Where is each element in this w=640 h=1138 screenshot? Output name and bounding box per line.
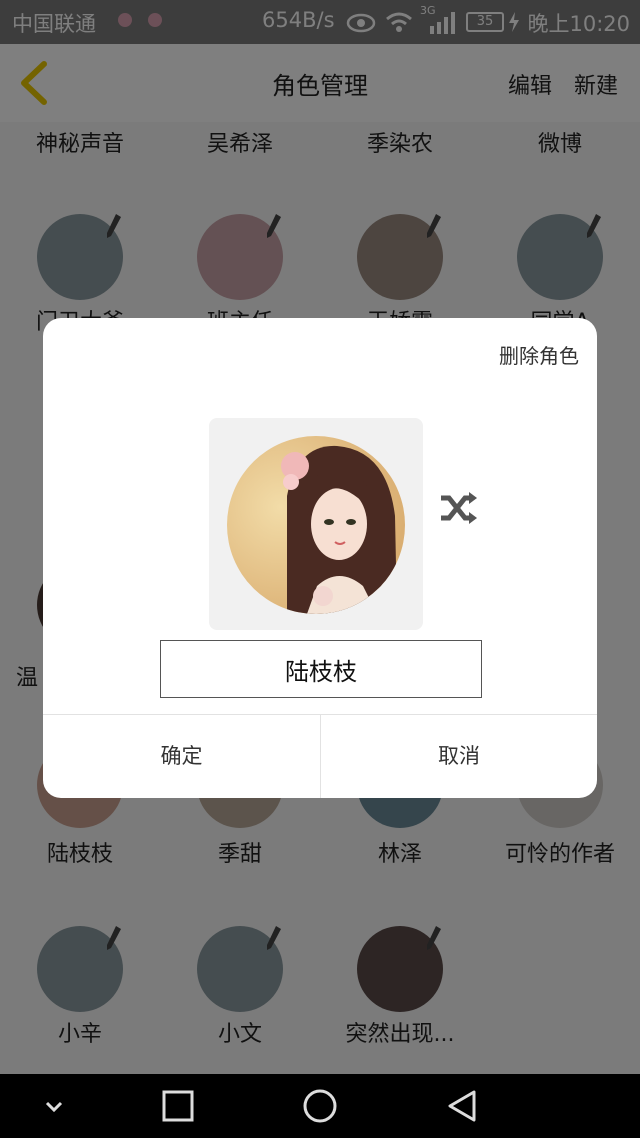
square-icon[interactable] (160, 1088, 196, 1124)
triangle-back-icon[interactable] (444, 1088, 480, 1124)
avatar-picker[interactable] (209, 418, 423, 630)
edit-character-dialog: 删除角色 确定 取消 (43, 318, 597, 798)
cancel-button[interactable]: 取消 (321, 715, 597, 798)
confirm-button[interactable]: 确定 (43, 715, 320, 798)
character-name-input[interactable] (160, 640, 482, 698)
circle-icon[interactable] (302, 1088, 338, 1124)
character-avatar (227, 436, 405, 614)
delete-character-button[interactable]: 删除角色 (499, 340, 579, 369)
system-navigation-bar (0, 1074, 640, 1138)
shuffle-icon[interactable] (439, 488, 479, 528)
chevron-down-icon[interactable] (36, 1088, 72, 1124)
